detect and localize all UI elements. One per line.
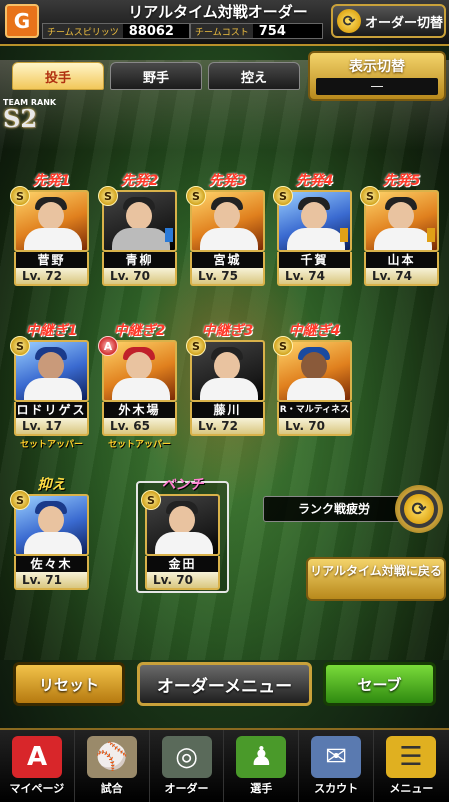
cycle-icon: ⟳ <box>337 9 361 33</box>
player-name: ロドリゲス <box>14 402 89 418</box>
player-card-reliever-2[interactable]: 中継ぎ2 A 外木場 Lv. 65 セットアッパー <box>98 323 177 450</box>
rank-s-icon: S <box>360 186 380 206</box>
save-button[interactable]: セーブ <box>323 662 436 706</box>
player-name: 金田 <box>145 556 220 572</box>
player-name: 青柳 <box>102 252 177 268</box>
rank-s-icon: S <box>10 490 30 510</box>
nav-item-menu[interactable]: ☰ メニュー <box>374 730 449 802</box>
player-level: Lv. 72 <box>14 268 89 286</box>
menu-icon: ☰ <box>385 736 436 778</box>
team-cost-stat: チームコスト 754 <box>190 23 323 39</box>
player-card-reliever-4[interactable]: 中継ぎ4 S R・マルティネス Lv. 70 <box>273 323 352 436</box>
rank-s-icon: S <box>98 186 118 206</box>
player-card-starter-5[interactable]: 先発5 S 山本 Lv. 74 <box>360 173 439 286</box>
baseball-field-icon: ⚾ <box>86 736 137 778</box>
player-card-bench[interactable]: ベンチ S 金田 Lv. 70 <box>141 477 220 590</box>
player-level: Lv. 17 <box>14 418 89 436</box>
player-name: 千賀 <box>277 252 352 268</box>
nav-item-players[interactable]: ♟ 選手 <box>224 730 300 802</box>
tab-fielder[interactable]: 野手 <box>110 62 202 90</box>
player-level: Lv. 70 <box>277 418 352 436</box>
display-switch-button[interactable]: 表示切替 ― <box>308 51 446 101</box>
page-title: リアルタイム対戦オーダー <box>128 3 308 21</box>
order-switch-button[interactable]: ⟳ オーダー切替 <box>331 4 446 38</box>
nav-label: スカウト <box>314 782 359 795</box>
reset-button[interactable]: リセット <box>13 662 125 706</box>
nav-label: メニュー <box>389 782 434 795</box>
order-icon: ◎ <box>161 736 212 778</box>
rank-s-icon: S <box>10 336 30 356</box>
player-card-starter-1[interactable]: 先発1 S 菅野 Lv. 72 <box>10 173 89 286</box>
team-cost-value: 754 <box>258 23 286 39</box>
header-bar: G リアルタイム対戦オーダー チームスピリッツ 88062 チームコスト 754… <box>0 0 449 46</box>
fatigue-toggle-button[interactable]: ⟳ <box>395 485 443 533</box>
team-chip-icon <box>340 228 348 242</box>
tab-reserve[interactable]: 控え <box>208 62 300 90</box>
rank-s-icon: S <box>186 336 206 356</box>
rank-s-icon: S <box>186 186 206 206</box>
rank-fatigue-label: ランク戦疲労 <box>263 496 405 522</box>
player-name: R・マルティネス <box>277 402 352 418</box>
cycle-icon: ⟳ <box>404 494 434 524</box>
player-name: 藤川 <box>190 402 265 418</box>
team-spirit-label: チームスピリッツ <box>43 24 123 38</box>
order-switch-label: オーダー切替 <box>365 15 444 31</box>
player-level: Lv. 71 <box>14 572 89 590</box>
player-name: 菅野 <box>14 252 89 268</box>
role-note: セットアッパー <box>19 440 83 450</box>
tab-pitcher[interactable]: 投手 <box>12 62 104 90</box>
display-switch-label: 表示切替 <box>349 59 405 75</box>
rank-s-icon: S <box>10 186 30 206</box>
player-card-starter-4[interactable]: 先発4 S 千賀 Lv. 74 <box>273 173 352 286</box>
player-level: Lv. 65 <box>102 418 177 436</box>
order-menu-button[interactable]: オーダーメニュー <box>137 662 312 706</box>
mypage-icon: A <box>12 736 62 778</box>
team-chip-icon <box>427 228 435 242</box>
player-name: 山本 <box>364 252 439 268</box>
team-spirit-value: 88062 <box>128 23 174 39</box>
player-card-reliever-3[interactable]: 中継ぎ3 S 藤川 Lv. 72 <box>186 323 265 436</box>
display-switch-value: ― <box>316 78 438 95</box>
team-chip-icon <box>165 228 173 242</box>
player-card-starter-3[interactable]: 先発3 S 宮城 Lv. 75 <box>186 173 265 286</box>
player-card-reliever-1[interactable]: 中継ぎ1 S ロドリゲス Lv. 17 セットアッパー <box>10 323 89 450</box>
player-name: 宮城 <box>190 252 265 268</box>
nav-label: マイページ <box>9 782 65 795</box>
player-level: Lv. 72 <box>190 418 265 436</box>
team-logo-icon: G <box>5 4 39 38</box>
nav-label: 選手 <box>250 782 273 795</box>
rank-s-icon: S <box>141 490 161 510</box>
rank-a-icon: A <box>98 336 118 356</box>
return-to-realtime-button[interactable]: リアルタイム対戦に戻る <box>306 557 446 601</box>
player-level: Lv. 74 <box>277 268 352 286</box>
nav-label: オーダー <box>164 782 209 795</box>
nav-item-scout[interactable]: ✉ スカウト <box>299 730 374 802</box>
nav-label: 試合 <box>100 782 123 795</box>
player-card-starter-2[interactable]: 先発2 S 青柳 Lv. 70 <box>98 173 177 286</box>
player-level: Lv. 75 <box>190 268 265 286</box>
team-rank-value: S2 <box>3 104 38 133</box>
player-name: 外木場 <box>102 402 177 418</box>
scout-icon: ✉ <box>311 736 362 778</box>
position-tabs: 投手 野手 控え <box>12 62 300 90</box>
player-level: Lv. 74 <box>364 268 439 286</box>
rank-s-icon: S <box>273 336 293 356</box>
player-icon: ♟ <box>236 736 287 778</box>
team-spirit-stat: チームスピリッツ 88062 <box>42 23 190 39</box>
nav-item-game[interactable]: ⚾ 試合 <box>75 730 150 802</box>
player-card-closer[interactable]: 抑え S 佐々木 Lv. 71 <box>10 477 89 590</box>
player-level: Lv. 70 <box>145 572 220 590</box>
nav-item-order[interactable]: ◎ オーダー <box>150 730 225 802</box>
role-note: セットアッパー <box>107 440 171 450</box>
rank-s-icon: S <box>273 186 293 206</box>
team-rank: TEAM RANK S2 <box>3 98 56 133</box>
nav-item-mypage[interactable]: A マイページ <box>0 730 75 802</box>
team-cost-label: チームコスト <box>191 24 253 38</box>
player-level: Lv. 70 <box>102 268 177 286</box>
bottom-nav: A マイページ ⚾ 試合 ◎ オーダー ♟ 選手 ✉ スカウト ☰ メニュー <box>0 728 449 802</box>
player-name: 佐々木 <box>14 556 89 572</box>
